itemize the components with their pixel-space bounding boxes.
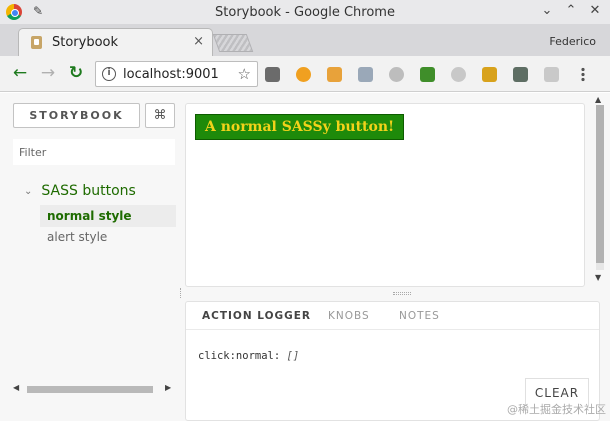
scroll-right-icon[interactable]: ▶ bbox=[165, 383, 171, 392]
reload-button[interactable]: ↻ bbox=[66, 63, 86, 83]
window-title: Storybook - Google Chrome bbox=[215, 5, 395, 20]
minimize-button[interactable]: ⌄ bbox=[538, 3, 556, 18]
addons-resize-handle[interactable] bbox=[393, 292, 411, 295]
menu-icon[interactable] bbox=[581, 67, 585, 82]
tab-strip: Storybook × Federico bbox=[0, 24, 610, 56]
scroll-down-icon[interactable]: ▼ bbox=[595, 273, 601, 282]
story-group-sass-buttons[interactable]: ⌄ SASS buttons bbox=[24, 183, 136, 199]
yellow-box-extension-icon[interactable] bbox=[482, 67, 497, 82]
filter-input[interactable] bbox=[13, 139, 175, 165]
tab-storybook[interactable]: Storybook × bbox=[18, 28, 213, 56]
preview-vertical-scrollbar[interactable]: ▲ ▼ bbox=[593, 93, 607, 284]
sass-button[interactable]: A normal SASSy button! bbox=[195, 114, 405, 140]
storybook-brand-button[interactable]: STORYBOOK bbox=[13, 103, 140, 128]
scrollbar-thumb[interactable] bbox=[596, 105, 604, 263]
profile-name[interactable]: Federico bbox=[549, 35, 596, 48]
tab-knobs[interactable]: KNOBS bbox=[328, 310, 370, 322]
sidebar-resize-handle[interactable] bbox=[180, 288, 181, 298]
dropbox-extension-icon[interactable] bbox=[358, 67, 373, 82]
grey-swirl-extension-icon[interactable] bbox=[451, 67, 466, 82]
tab-close-icon[interactable]: × bbox=[193, 34, 204, 49]
circle-extension-icon[interactable] bbox=[389, 67, 404, 82]
preview-panel: A normal SASSy button! bbox=[185, 103, 585, 287]
tab-label: Storybook bbox=[52, 35, 119, 50]
scroll-up-icon[interactable]: ▲ bbox=[595, 95, 601, 104]
new-tab-button[interactable] bbox=[212, 34, 254, 52]
sidebar-horizontal-scrollbar[interactable]: ◀ ▶ bbox=[13, 383, 175, 395]
maximize-button[interactable]: ⌃ bbox=[562, 3, 580, 18]
gear-extension-icon[interactable] bbox=[265, 67, 280, 82]
g-extension-icon[interactable] bbox=[544, 67, 559, 82]
orange-circle-extension-icon[interactable] bbox=[296, 67, 311, 82]
story-alert-style[interactable]: alert style bbox=[40, 226, 176, 248]
chevron-down-icon: ⌄ bbox=[24, 185, 33, 197]
browser-toolbar: ← → ↻ i localhost:9001 ☆ bbox=[0, 56, 610, 92]
scroll-left-icon[interactable]: ◀ bbox=[13, 383, 19, 392]
address-bar[interactable]: i localhost:9001 ☆ bbox=[95, 61, 258, 87]
watermark: @稀土掘金技术社区 bbox=[507, 403, 606, 416]
tab-action-logger[interactable]: ACTION LOGGER bbox=[202, 310, 311, 322]
storybook-favicon-icon bbox=[31, 36, 42, 49]
log-action-name: click:normal: bbox=[198, 350, 281, 362]
green-square-extension-icon[interactable] bbox=[420, 67, 435, 82]
action-log-entry: click:normal: [] bbox=[198, 350, 299, 362]
mail-extension-icon[interactable] bbox=[327, 67, 342, 82]
storybook-app: STORYBOOK ⌘ ⌄ SASS buttons normal style … bbox=[0, 93, 610, 421]
shortcuts-button[interactable]: ⌘ bbox=[145, 103, 175, 128]
s-extension-icon[interactable] bbox=[513, 67, 528, 82]
story-group-label: SASS buttons bbox=[41, 183, 136, 199]
log-action-value: [] bbox=[286, 350, 300, 362]
info-icon[interactable]: i bbox=[102, 67, 116, 81]
url-text[interactable]: localhost:9001 bbox=[123, 67, 233, 82]
addon-tabs: ACTION LOGGER KNOBS NOTES bbox=[186, 302, 599, 330]
tab-notes[interactable]: NOTES bbox=[399, 310, 440, 322]
window-titlebar: ✎ Storybook - Google Chrome ⌄ ⌃ ✕ bbox=[0, 0, 610, 24]
bookmark-star-icon[interactable]: ☆ bbox=[238, 65, 251, 83]
forward-button[interactable]: → bbox=[38, 63, 58, 83]
scrollbar-thumb[interactable] bbox=[27, 386, 153, 393]
story-normal-style[interactable]: normal style bbox=[40, 205, 176, 227]
back-button[interactable]: ← bbox=[10, 63, 30, 83]
close-window-button[interactable]: ✕ bbox=[586, 3, 604, 18]
